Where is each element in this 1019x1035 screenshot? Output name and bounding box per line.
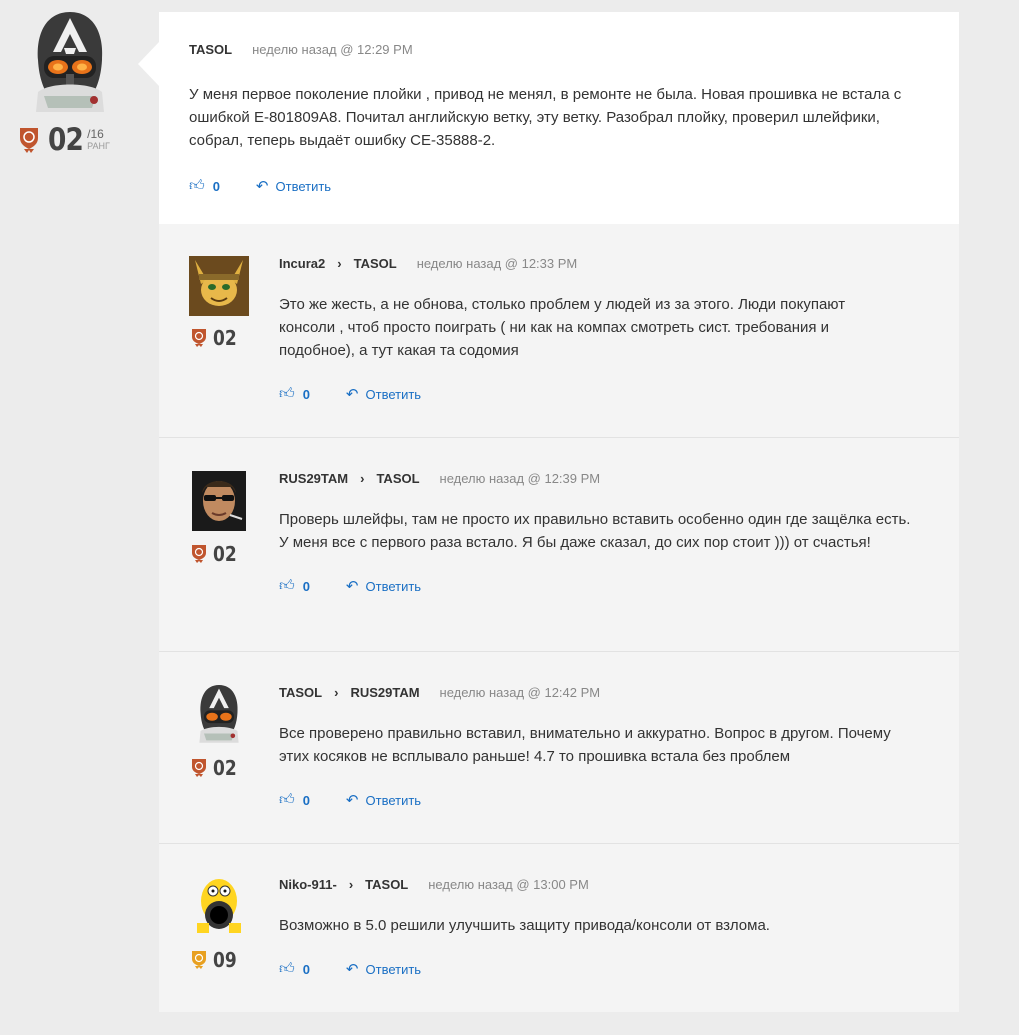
rank-total: /16 — [87, 127, 104, 141]
author-name[interactable]: Niko-911- — [279, 877, 337, 892]
rank-display: 02 — [191, 326, 241, 350]
reply-item: 09 Niko-911- › TASOL неделю назад @ 13:0… — [159, 843, 959, 1013]
reply-label: Ответить — [365, 386, 422, 402]
helmet-avatar-image — [36, 12, 104, 112]
comment-meta: Niko-911- › TASOL неделю назад @ 13:00 P… — [279, 877, 919, 892]
rank-label: РАНГ — [87, 141, 110, 151]
comment-text: У меня первое поколение плойки , привод … — [189, 86, 902, 149]
like-count: 0 — [302, 386, 310, 402]
chevron-right-icon: › — [348, 877, 354, 892]
reply-label: Ответить — [275, 178, 332, 194]
rank-display: 09 — [191, 948, 241, 972]
reply-body: Incura2 › TASOL неделю назад @ 12:33 PM … — [279, 256, 919, 403]
reply-to-name[interactable]: TASOL — [354, 256, 397, 271]
rank-number: 02 — [213, 542, 237, 566]
reply-item: 02 TASOL › RUS29TAM неделю назад @ 12:42… — [159, 651, 959, 844]
reply-button[interactable]: ↶ Ответить — [346, 577, 421, 595]
reply-body: Niko-911- › TASOL неделю назад @ 13:00 P… — [279, 877, 919, 978]
reply-button[interactable]: ↶ Ответить — [256, 177, 331, 195]
thumbs-up-icon[interactable]: 👍︎ — [189, 177, 205, 195]
timestamp[interactable]: неделю назад @ 12:33 PM — [417, 256, 578, 271]
avatar[interactable] — [30, 12, 110, 116]
comment-text: Все проверено правильно вставил, внимате… — [279, 725, 891, 765]
chevron-right-icon: › — [337, 256, 342, 271]
comment-actions: 👍︎ 0 ↶ Ответить — [279, 960, 919, 978]
reply-to-name[interactable]: TASOL — [365, 877, 408, 892]
rank-number: 09 — [213, 948, 237, 972]
reply-to-name[interactable]: TASOL — [376, 471, 419, 486]
author-name[interactable]: RUS29TAM — [279, 471, 348, 486]
reply-to-name[interactable]: RUS29TAM — [350, 685, 419, 700]
trophy-icon — [20, 128, 38, 153]
trophy-icon — [192, 545, 206, 563]
reply-label: Ответить — [365, 578, 422, 594]
comment-text: Это же жесть, а не обнова, столько пробл… — [279, 296, 846, 359]
reply-arrow-icon: ↶ — [345, 386, 359, 403]
replies-list: 02 Incura2 › TASOL неделю назад @ 12:33 … — [159, 224, 959, 1012]
reply-label: Ответить — [365, 792, 422, 808]
ratchet-avatar-image — [189, 256, 249, 316]
trophy-icon — [192, 329, 206, 347]
thumbs-up-icon[interactable]: 👍︎ — [279, 385, 295, 403]
trophy-icon — [192, 759, 206, 777]
reply-item: 02 Incura2 › TASOL неделю назад @ 12:33 … — [159, 224, 959, 437]
timestamp[interactable]: неделю назад @ 12:29 PM — [252, 42, 413, 57]
author-name[interactable]: TASOL — [279, 685, 322, 700]
like-count: 0 — [212, 178, 220, 194]
rank-display: 02 — [191, 756, 241, 780]
main-comment: TASOL неделю назад @ 12:29 PM У меня пер… — [159, 12, 959, 224]
man-with-sunglasses-avatar-image — [192, 471, 246, 531]
chevron-right-icon: › — [334, 685, 339, 700]
author-name[interactable]: TASOL — [189, 42, 232, 57]
like-count: 0 — [302, 961, 310, 977]
rank-number: 02 — [213, 326, 237, 350]
avatar[interactable] — [189, 256, 249, 316]
main-author-column: 02 /16 РАНГ — [18, 12, 128, 158]
reply-body: RUS29TAM › TASOL неделю назад @ 12:39 PM… — [279, 471, 919, 595]
thumbs-up-icon[interactable]: 👍︎ — [279, 791, 295, 809]
avatar[interactable] — [192, 685, 246, 745]
reply-item: 02 RUS29TAM › TASOL неделю назад @ 12:39… — [159, 437, 959, 652]
timestamp[interactable]: неделю назад @ 13:00 PM — [428, 877, 589, 892]
comment-text: Проверь шлейфы, там не просто их правиль… — [279, 511, 911, 551]
comment-actions: 👍︎ 0 ↶ Ответить — [279, 577, 919, 595]
comment-meta: TASOL › RUS29TAM неделю назад @ 12:42 PM — [279, 685, 919, 700]
rank-number: 02 — [48, 122, 84, 158]
reply-button[interactable]: ↶ Ответить — [346, 791, 421, 809]
chevron-right-icon: › — [360, 471, 365, 486]
rank-display: 02 /16 РАНГ — [18, 122, 128, 158]
comment-actions: 👍︎ 0 ↶ Ответить — [279, 385, 919, 403]
speech-bubble-pointer — [138, 42, 159, 86]
comment-meta: Incura2 › TASOL неделю назад @ 12:33 PM — [279, 256, 919, 271]
helmet-avatar-image — [199, 685, 239, 743]
timestamp[interactable]: неделю назад @ 12:39 PM — [440, 471, 601, 486]
reply-arrow-icon: ↶ — [345, 578, 359, 595]
reply-arrow-icon: ↶ — [345, 792, 359, 809]
comment-meta: RUS29TAM › TASOL неделю назад @ 12:39 PM — [279, 471, 919, 486]
comment-actions: 👍︎ 0 ↶ Ответить — [279, 791, 919, 809]
thumbs-up-icon[interactable]: 👍︎ — [279, 577, 295, 595]
trophy-icon — [192, 951, 206, 969]
reply-arrow-icon: ↶ — [345, 961, 359, 978]
reply-arrow-icon: ↶ — [255, 178, 269, 195]
avatar[interactable] — [192, 471, 246, 531]
comment-meta: TASOL неделю назад @ 12:29 PM — [189, 42, 413, 57]
comment-text: Возможно в 5.0 решили улучшить защиту пр… — [279, 917, 770, 934]
avatar[interactable] — [189, 877, 249, 937]
rank-display: 02 — [191, 542, 241, 566]
reply-label: Ответить — [365, 961, 422, 977]
reply-button[interactable]: ↶ Ответить — [346, 385, 421, 403]
author-name[interactable]: Incura2 — [279, 256, 325, 271]
reply-button[interactable]: ↶ Ответить — [346, 960, 421, 978]
homer-with-gun-avatar-image — [189, 877, 249, 937]
like-count: 0 — [302, 792, 310, 808]
comment-actions: 👍︎ 0 ↶ Ответить — [189, 177, 331, 195]
reply-body: TASOL › RUS29TAM неделю назад @ 12:42 PM… — [279, 685, 919, 809]
like-count: 0 — [302, 578, 310, 594]
thumbs-up-icon[interactable]: 👍︎ — [279, 960, 295, 978]
rank-number: 02 — [213, 756, 237, 780]
timestamp[interactable]: неделю назад @ 12:42 PM — [440, 685, 601, 700]
